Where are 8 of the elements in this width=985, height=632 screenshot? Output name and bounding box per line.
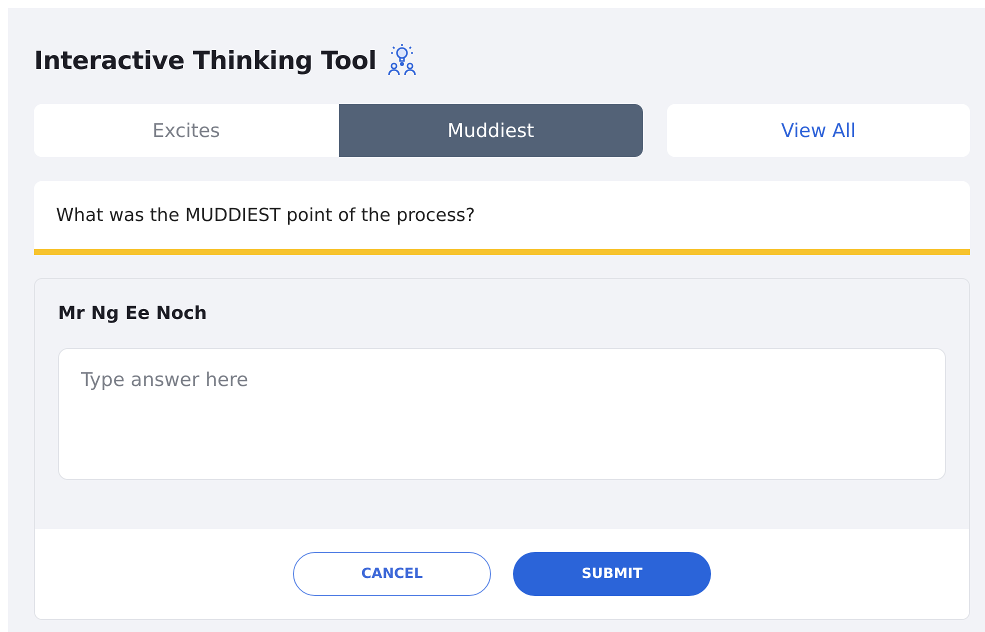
answer-field[interactable]: Type answer here <box>58 348 946 480</box>
view-all-button[interactable]: View All <box>667 104 970 157</box>
cancel-button[interactable]: CANCEL <box>293 552 491 596</box>
page-title: Interactive Thinking Tool <box>34 46 376 74</box>
question-text: What was the MUDDIEST point of the process? <box>56 204 476 226</box>
tab[interactable]: Muddiest <box>338 104 643 157</box>
student-name: Mr Ng Ee Noch <box>58 303 208 324</box>
submit-button[interactable]: SUBMIT <box>513 552 711 596</box>
